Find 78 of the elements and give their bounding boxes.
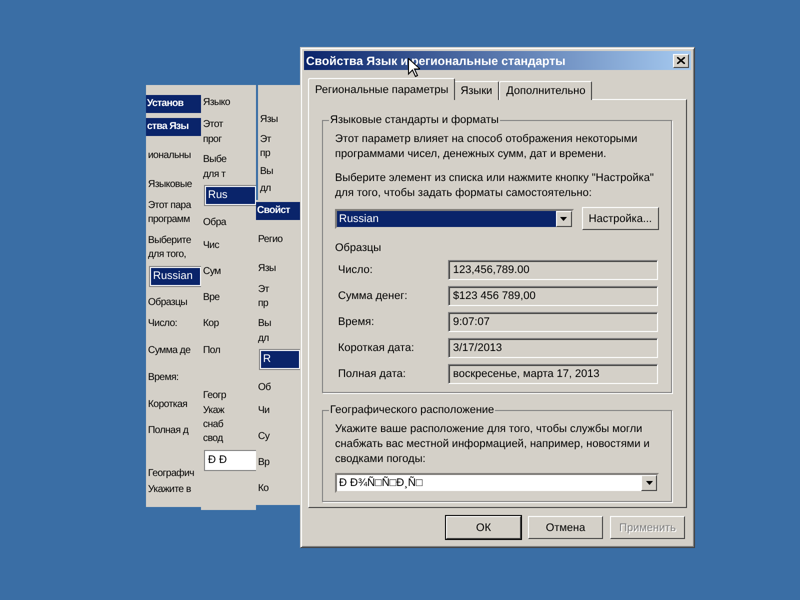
sample-value: $123 456 789,00 — [448, 286, 658, 306]
close-button[interactable] — [673, 54, 689, 68]
tab[interactable]: Языки — [453, 81, 500, 100]
label: Укажите в — [147, 483, 191, 497]
tab[interactable]: Дополнительно — [499, 81, 592, 100]
dialog-button[interactable]: Отмена — [528, 516, 603, 539]
label: Об — [257, 381, 271, 395]
window-title: ства Язы — [146, 118, 201, 136]
label: Сумма де — [147, 344, 190, 358]
location-dropdown[interactable]: Ð Ð¾Ñ□Ñ□Ð¸Ñ□ — [335, 473, 659, 493]
caret-icon — [560, 216, 568, 220]
label: пр — [259, 147, 270, 161]
label: Язы — [257, 262, 276, 276]
label: Выбе — [202, 153, 226, 167]
sample-value: 123,456,789.00 — [448, 260, 658, 280]
sample-value: воскресенье, марта 17, 2013 — [448, 364, 658, 384]
label: Геогр — [202, 389, 226, 403]
label: снаб — [202, 418, 224, 432]
tab[interactable]: Региональные параметры — [308, 78, 456, 100]
sample-value: 9:07:07 — [448, 312, 658, 332]
label: пр — [257, 297, 268, 311]
sample-label: Сумма денег: — [338, 290, 408, 302]
description-text: Этот параметр влияет на способ отображения некоторыми программами чисел, денежных сумм, дат и времени. — [335, 132, 638, 162]
sample-value: 3/17/2013 — [448, 338, 658, 358]
window-title: Свойства Язык и региональные стандарты — [306, 54, 566, 68]
label: Образцы — [147, 296, 188, 310]
label: дл — [259, 182, 271, 196]
label: Эт — [257, 283, 269, 297]
label: Выберите — [147, 234, 192, 248]
label: Су — [257, 430, 270, 444]
label: для того, — [147, 248, 186, 262]
label: Вре — [202, 291, 220, 305]
label: Чи — [257, 404, 270, 418]
customize-button[interactable]: Настройка... — [582, 207, 659, 230]
label: Сум — [202, 265, 221, 279]
sample-label: Число: — [338, 264, 374, 276]
label: Пол — [202, 344, 220, 358]
label: Чис — [202, 239, 220, 253]
label: программ — [147, 213, 190, 227]
label: Ко — [257, 482, 269, 496]
label: Языковые — [147, 178, 192, 192]
label: Короткая — [147, 398, 188, 412]
label: Этот пара — [147, 199, 191, 213]
label: иональны — [147, 149, 191, 163]
label: для т — [202, 168, 226, 182]
window-title: Свойст — [256, 202, 300, 220]
sample-label: Время: — [338, 316, 376, 328]
label: Обра — [202, 216, 226, 230]
label: Число: — [147, 317, 178, 331]
description-text: Укажите ваше расположение для того, чтобы службы могли снабжать вас местной информацией, например, новостями и сводками погоды: — [335, 422, 651, 467]
group-title: Географического расположение — [329, 404, 496, 416]
label: Кор — [202, 317, 219, 331]
label: дл — [257, 332, 269, 346]
label: Географич — [147, 467, 194, 481]
close-icon — [677, 57, 685, 64]
label: Укаж — [202, 404, 224, 418]
input-field: Ð Ð — [205, 451, 256, 470]
label: Регио — [257, 233, 283, 247]
window-title: Установ — [146, 95, 201, 113]
label: прог — [202, 133, 222, 147]
label: свод — [202, 432, 223, 446]
label: Эт — [259, 133, 271, 147]
group-title: Языковые стандарты и форматы — [329, 114, 500, 126]
label: Вр — [257, 456, 270, 470]
locale-dropdown[interactable]: Russian — [335, 208, 574, 228]
caret-icon — [646, 481, 652, 485]
instruction-text: Выберите элемент из списка или нажмите кнопку "Настройка" для того, чтобы задать форматы самостоятельно: — [335, 171, 655, 201]
label: Полная д — [147, 424, 188, 438]
label: Языко — [202, 96, 230, 110]
label: Время: — [147, 371, 178, 385]
dialog-button[interactable]: ОК — [446, 516, 521, 539]
label: Вы — [257, 317, 272, 331]
sample-label: Полная дата: — [338, 368, 407, 380]
section-label: Образцы — [335, 242, 382, 254]
label: Этот — [202, 118, 223, 132]
label: Язы — [259, 113, 278, 127]
sample-label: Короткая дата: — [338, 342, 416, 354]
label: Вы — [259, 165, 274, 179]
